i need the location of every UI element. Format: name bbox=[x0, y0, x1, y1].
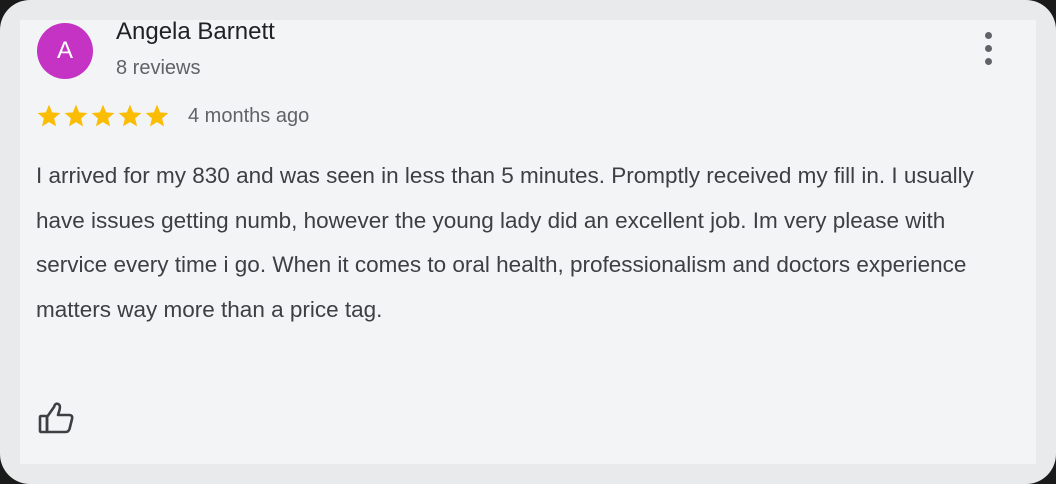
star-icon bbox=[63, 103, 89, 129]
more-options-button[interactable] bbox=[972, 28, 1004, 68]
star-icon bbox=[144, 103, 170, 129]
screenshot-frame: A Angela Barnett 8 reviews 4 months ago … bbox=[0, 0, 1056, 484]
review-date: 4 months ago bbox=[188, 104, 310, 127]
thumb-up-icon bbox=[36, 402, 76, 442]
avatar-initial: A bbox=[56, 37, 73, 64]
star-icon bbox=[117, 103, 143, 129]
more-vert-icon-dot bbox=[984, 57, 992, 65]
star-rating bbox=[36, 103, 170, 129]
author-name[interactable]: Angela Barnett bbox=[116, 17, 275, 47]
avatar[interactable]: A bbox=[37, 23, 93, 79]
review-text: I arrived for my 830 and was seen in les… bbox=[36, 163, 974, 322]
review-card: A Angela Barnett 8 reviews 4 months ago … bbox=[20, 17, 1036, 464]
like-button[interactable] bbox=[36, 398, 76, 438]
author-review-count[interactable]: 8 reviews bbox=[116, 55, 200, 81]
rating-row: 4 months ago bbox=[36, 102, 309, 130]
star-icon bbox=[90, 103, 116, 129]
more-vert-icon bbox=[984, 31, 992, 39]
star-icon bbox=[36, 103, 62, 129]
more-vert-icon-dot bbox=[984, 44, 992, 52]
